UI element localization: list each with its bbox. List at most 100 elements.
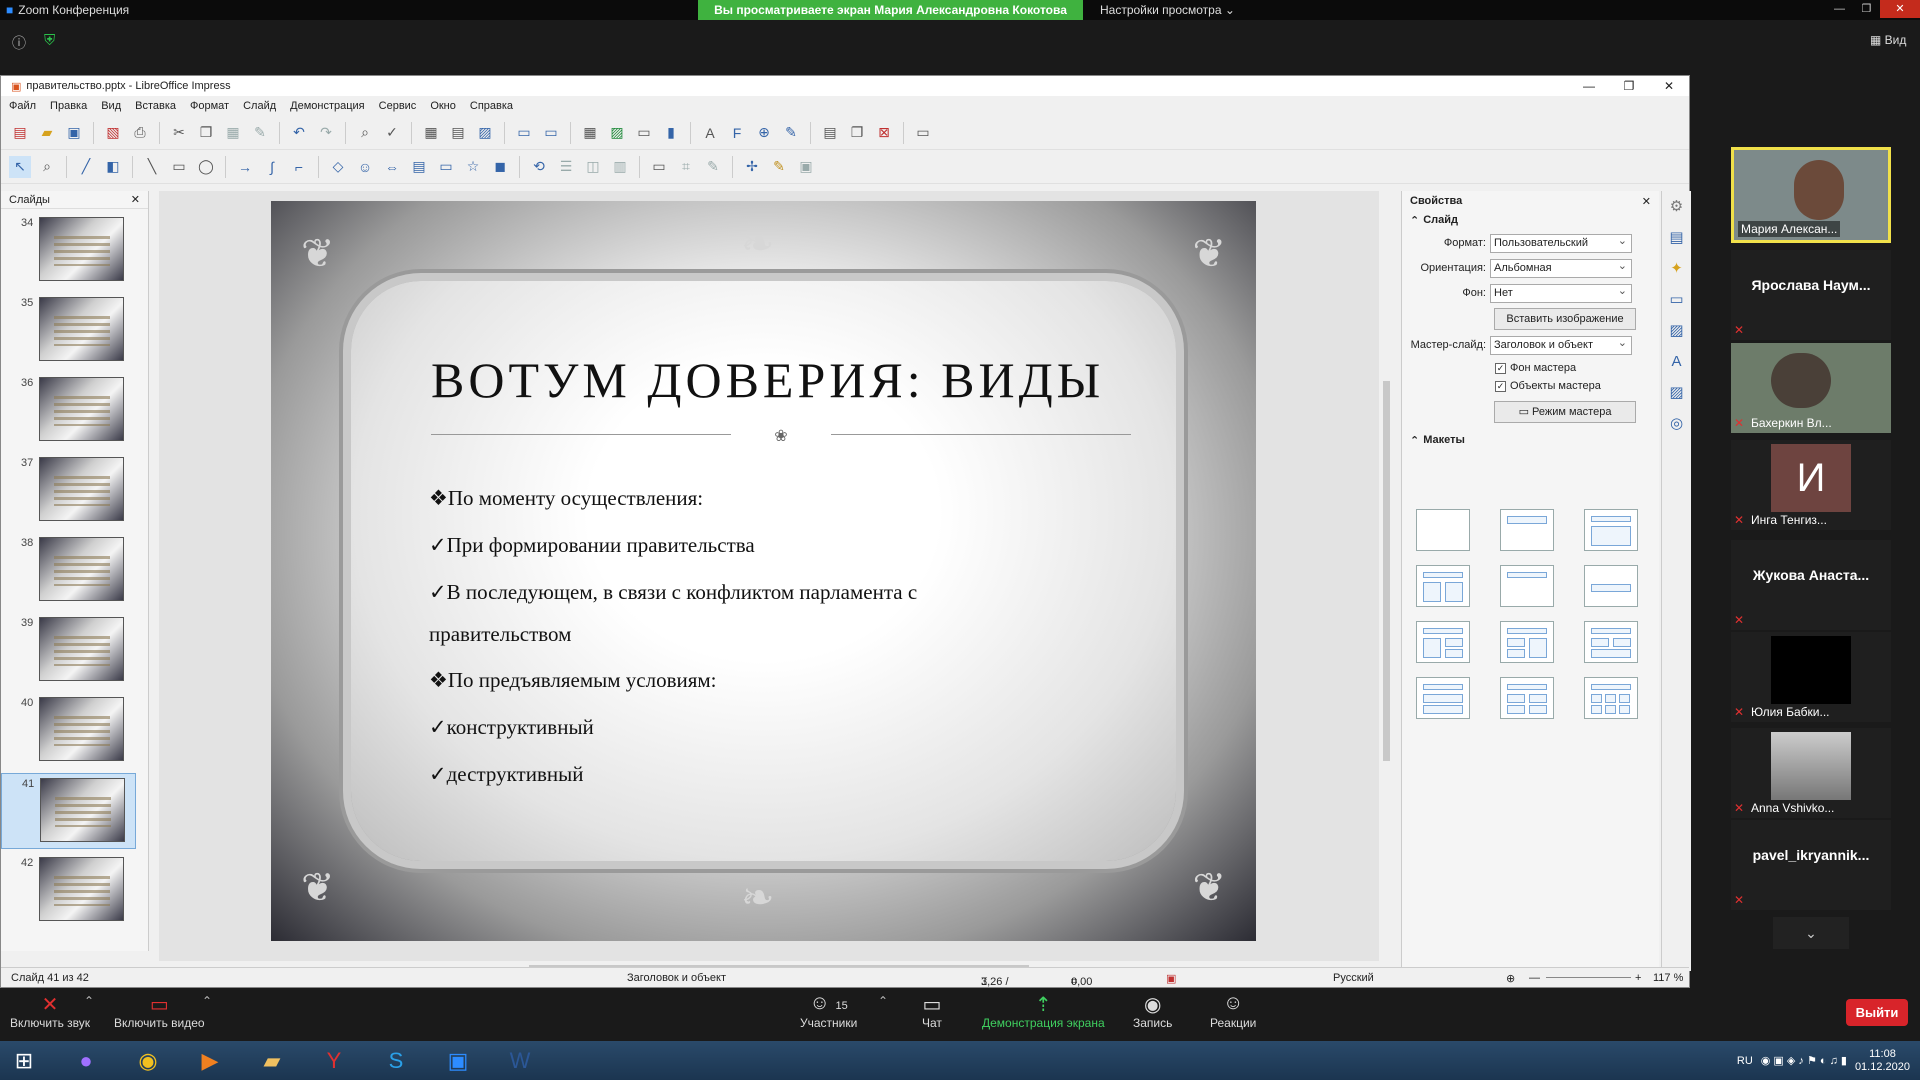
zoom-out-icon[interactable]: — [1529, 972, 1540, 984]
master-slide-select[interactable]: Заголовок и объект [1490, 335, 1632, 355]
shadow-icon[interactable]: ▭ [648, 156, 670, 178]
layout-six-content[interactable] [1584, 677, 1638, 719]
redo-icon[interactable]: ↷ [315, 122, 337, 144]
lo-restore-icon[interactable]: ❐ [1609, 76, 1649, 96]
delete-slide-icon[interactable]: ⊠ [873, 122, 895, 144]
slide-thumbnail-42[interactable]: 42 [1, 853, 136, 929]
spelling-icon[interactable]: ✓ [381, 122, 403, 144]
participant-tile-6[interactable]: ✕ Юлия Бабки... [1731, 632, 1891, 722]
chrome-icon[interactable]: ◉ [124, 1043, 172, 1079]
layout-blank[interactable] [1416, 509, 1470, 551]
zoom-level[interactable]: 117 % [1653, 972, 1683, 984]
print-icon[interactable]: ⎙ [129, 122, 151, 144]
chat-button[interactable]: ▭ Чат [922, 992, 942, 1030]
ellipse-icon[interactable]: ◯ [195, 156, 217, 178]
animation-icon[interactable]: ✦ [1662, 253, 1691, 284]
curve-icon[interactable]: ∫ [261, 156, 283, 178]
insert-image-button[interactable]: Вставить изображение [1494, 308, 1636, 330]
participant-tile-8[interactable]: pavel_ikryannik... ✕ [1731, 820, 1891, 910]
select-icon[interactable]: ↖ [9, 155, 31, 178]
fill-color-icon[interactable]: ◧ [102, 156, 124, 178]
flowchart-icon[interactable]: ▤ [408, 156, 430, 178]
menu-format[interactable]: Формат [190, 100, 229, 112]
zoom-pan-icon[interactable]: ⌕ [36, 156, 58, 178]
layout-title-only[interactable] [1500, 509, 1554, 551]
slide-thumbnail-41[interactable]: 41 [1, 773, 136, 849]
block-arrows-icon[interactable]: ⇔ [381, 156, 403, 178]
lo-close-icon[interactable]: ✕ [1649, 76, 1689, 96]
image-icon[interactable]: ▨ [606, 122, 628, 144]
line-color-icon[interactable]: ╱ [75, 156, 97, 178]
slide-thumbnail-37[interactable]: 37 [1, 453, 136, 529]
rectangle-icon[interactable]: ▭ [168, 156, 190, 178]
slide-section-header[interactable]: ⌃ Слайд [1402, 211, 1659, 229]
slide-thumbnail-38[interactable]: 38 [1, 533, 136, 609]
master-slide-icon[interactable]: ▨ [474, 122, 496, 144]
language-status[interactable]: Русский [1333, 972, 1374, 984]
current-slide[interactable]: ❦ ❦ ❧ ❦ ❦ ❧ ВОТУМ ДОВЕРИЯ: ВИДЫ ❀ ❖По мо… [271, 201, 1256, 941]
slide-title[interactable]: ВОТУМ ДОВЕРИЯ: ВИДЫ [431, 351, 1131, 409]
menu-help[interactable]: Справка [470, 100, 513, 112]
bullet-2[interactable]: ✓При формировании правительства [429, 533, 755, 558]
slide-thumbnail-35[interactable]: 35 [1, 293, 136, 369]
layout-centered-text[interactable] [1584, 565, 1638, 607]
cut-icon[interactable]: ✂ [168, 122, 190, 144]
zoom-slider[interactable] [1546, 977, 1631, 978]
3d-objects-icon[interactable]: ◼ [489, 156, 511, 178]
bullet-5[interactable]: ✓конструктивный [429, 715, 594, 740]
doc-modified-icon[interactable]: ▣ [1166, 972, 1176, 985]
settings-icon[interactable]: ⚙ [1662, 191, 1691, 222]
video-options-icon[interactable]: ⌃ [202, 994, 212, 1008]
save-icon[interactable]: ▣ [63, 122, 85, 144]
record-button[interactable]: ◉ Запись [1133, 992, 1172, 1030]
clone-icon[interactable]: ✎ [249, 122, 271, 144]
slide-thumbnail-36[interactable]: 36 [1, 373, 136, 449]
navigator-icon[interactable]: ◎ [1662, 408, 1691, 439]
fontwork-icon[interactable]: F [726, 122, 748, 144]
bullet-4[interactable]: ❖По предъявляемым условиям: [429, 668, 717, 693]
undo-icon[interactable]: ↶ [288, 122, 310, 144]
lo-minimize-icon[interactable]: — [1569, 76, 1609, 96]
layout-title-content[interactable] [1584, 509, 1638, 551]
menu-edit[interactable]: Правка [50, 100, 87, 112]
stars-icon[interactable]: ☆ [462, 156, 484, 178]
chart-icon[interactable]: ▮ [660, 122, 682, 144]
participant-tile-1[interactable]: Мария Алексан... [1731, 147, 1891, 243]
participants-options-icon[interactable]: ⌃ [878, 994, 888, 1008]
layout-title-two-rows[interactable] [1416, 677, 1470, 719]
bullet-3[interactable]: ✓В последующем, в связи с конфликтом пар… [429, 580, 917, 605]
master-slides-icon[interactable]: ▨ [1662, 315, 1691, 346]
filter-icon[interactable]: ✎ [702, 156, 724, 178]
textbox-icon[interactable]: A [699, 122, 721, 144]
yandex-icon[interactable]: Y [310, 1043, 358, 1079]
participant-tile-5[interactable]: Жукова Анаста... ✕ [1731, 540, 1891, 630]
sidebar-close-icon[interactable]: ✕ [1642, 195, 1651, 208]
symbol-shapes-icon[interactable]: ☺ [354, 156, 376, 178]
basic-shapes-icon[interactable]: ◇ [327, 156, 349, 178]
app-circle-icon[interactable]: ● [62, 1043, 110, 1079]
scroll-down-icon[interactable]: ⌄ [1773, 917, 1849, 949]
unmute-button[interactable]: ✕ Включить звук [10, 992, 90, 1030]
file-explorer-icon[interactable]: ▰ [248, 1043, 296, 1079]
master-mode-button[interactable]: ▭ Режим мастера [1494, 401, 1636, 423]
leave-button[interactable]: Выйти [1846, 999, 1908, 1026]
line-tool-icon[interactable]: ╲ [141, 156, 163, 178]
participant-tile-3[interactable]: ✕ Бахеркин Вл... [1731, 343, 1891, 433]
tray-icons[interactable]: ◉ ▣ ◈ ♪ ⚑ ◐ ♫ ▮ [1761, 1054, 1847, 1067]
start-current-icon[interactable]: ▭ [540, 122, 562, 144]
background-select[interactable]: Нет [1490, 283, 1632, 303]
glue-icon[interactable]: ✎ [768, 156, 790, 178]
menu-view[interactable]: Вид [101, 100, 121, 112]
duplicate-slide-icon[interactable]: ❐ [846, 122, 868, 144]
hyperlink-icon[interactable]: ⊕ [753, 122, 775, 144]
participant-tile-7[interactable]: ✕ Anna Vshivko... [1731, 728, 1891, 818]
layout-four-content[interactable] [1500, 677, 1554, 719]
new-slide-icon[interactable]: ▤ [819, 122, 841, 144]
reactions-button[interactable]: ☺ Реакции [1210, 992, 1256, 1030]
connector-icon[interactable]: ⌐ [288, 156, 310, 178]
copy-icon[interactable]: ❐ [195, 122, 217, 144]
participant-tile-4[interactable]: И ✕ Инга Тенгиз... [1731, 440, 1891, 530]
transition-icon[interactable]: ▭ [1662, 284, 1691, 315]
format-select[interactable]: Пользовательский [1490, 233, 1632, 253]
audio-options-icon[interactable]: ⌃ [84, 994, 94, 1008]
